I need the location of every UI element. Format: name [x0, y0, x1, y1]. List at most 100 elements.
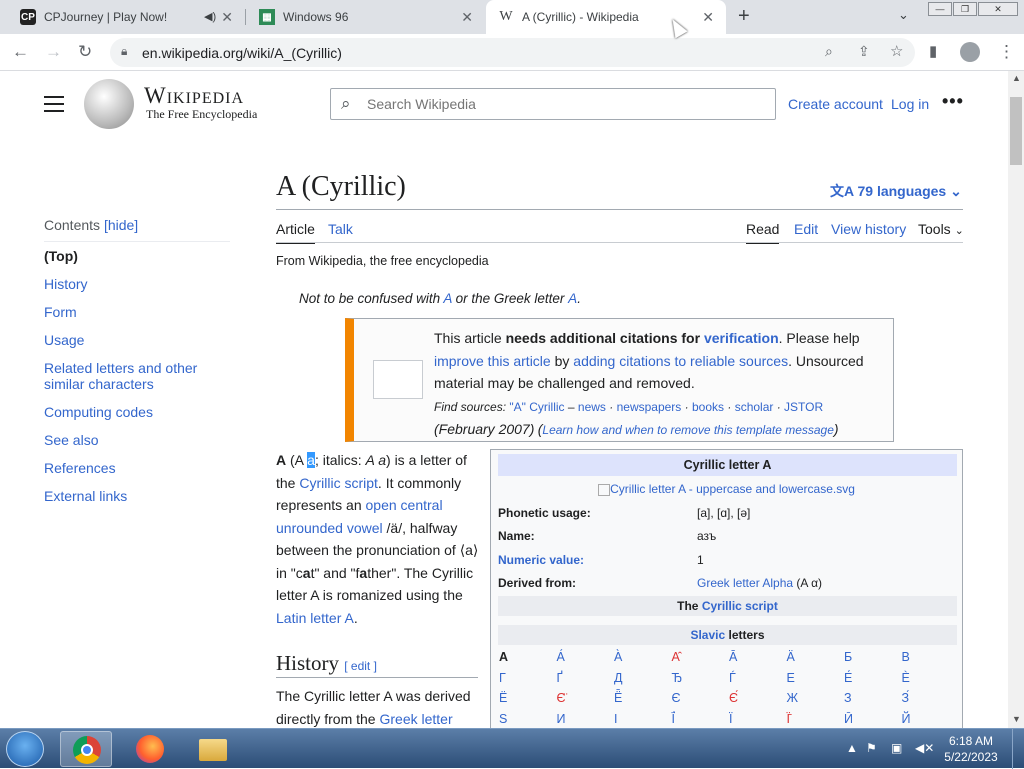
toc-item-see-also[interactable]: See also	[44, 432, 98, 448]
infobox-image[interactable]: Cyrillic letter A - uppercase and lowerc…	[491, 482, 962, 496]
letter-cell[interactable]: Г	[499, 671, 506, 685]
url-text[interactable]: en.wikipedia.org/wiki/A_(Cyrillic)	[142, 45, 342, 61]
latin-letter-a-link[interactable]: Latin letter A	[276, 610, 354, 626]
letter-cell[interactable]: А̄	[729, 650, 737, 664]
bookmark-star-icon[interactable]: ☆	[890, 42, 903, 60]
system-clock[interactable]: 6:18 AM 5/22/2023	[940, 733, 1002, 765]
letter-cell[interactable]: З	[844, 691, 852, 705]
letter-cell[interactable]: И	[557, 712, 566, 726]
letter-cell[interactable]: А̀	[614, 650, 622, 664]
letter-cell[interactable]: Ѐ	[902, 671, 910, 685]
verification-link[interactable]: verification	[704, 330, 779, 346]
taskbar-file-explorer[interactable]	[187, 731, 239, 767]
letter-cell[interactable]: Ђ	[672, 671, 683, 685]
toc-item-top[interactable]: (Top)	[44, 248, 78, 264]
browser-tab-wikipedia[interactable]: W A (Cyrillic) - Wikipedia ✕	[486, 0, 726, 34]
toc-item-external-links[interactable]: External links	[44, 488, 127, 504]
letter-cell[interactable]: Ё	[499, 691, 507, 705]
reload-icon[interactable]: ↻	[78, 42, 92, 62]
action-center-flag-icon[interactable]: ⚑	[866, 741, 877, 755]
login-link[interactable]: Log in	[891, 96, 929, 112]
letter-cell[interactable]: Є̈	[557, 691, 566, 705]
scroll-up-icon[interactable]: ▲	[1012, 73, 1021, 83]
toc-item-references[interactable]: References	[44, 460, 116, 476]
letter-cell[interactable]: Ѓ	[729, 671, 736, 685]
side-panel-icon[interactable]: ▮	[929, 42, 937, 60]
toc-item-computing-codes[interactable]: Computing codes	[44, 404, 153, 420]
lock-icon[interactable]: 🔒︎	[121, 44, 127, 59]
toc-item-related-letters[interactable]: Related letters and other similar charac…	[44, 360, 197, 392]
letter-cell[interactable]: А̂	[672, 650, 680, 664]
letter-cell[interactable]: Ї́	[672, 712, 675, 726]
letter-cell[interactable]: І	[614, 712, 617, 726]
scholar-link[interactable]: scholar	[735, 400, 774, 414]
greek-alpha-link[interactable]: Greek letter Alpha	[697, 576, 793, 590]
tab-talk[interactable]: Talk	[328, 221, 353, 237]
letter-cell[interactable]: Е́	[844, 671, 852, 685]
more-options-icon[interactable]: •••	[942, 91, 964, 112]
create-account-link[interactable]: Create account	[788, 96, 883, 112]
letter-cell[interactable]: Ӓ	[787, 650, 795, 664]
tools-menu[interactable]: Tools ⌄	[918, 221, 964, 237]
browser-menu-icon[interactable]: ⋮	[998, 42, 1015, 62]
tray-expand-icon[interactable]: ▲	[846, 741, 858, 755]
close-tab-icon[interactable]: ✕	[461, 9, 473, 26]
profile-avatar-icon[interactable]	[960, 42, 980, 62]
letter-cell[interactable]: Ӣ	[844, 712, 853, 726]
show-desktop-button[interactable]	[1012, 729, 1024, 769]
letter-cell[interactable]: Й	[902, 712, 911, 726]
share-icon[interactable]: ⇪	[858, 43, 870, 60]
close-window-button[interactable]: ✕	[978, 2, 1018, 16]
tab-search-chevron-icon[interactable]: ⌄	[898, 7, 909, 23]
tab-view-history[interactable]: View history	[831, 221, 906, 237]
forward-icon[interactable]: →	[45, 42, 62, 62]
start-button[interactable]	[6, 731, 44, 767]
tab-article[interactable]: Article	[276, 221, 315, 244]
source-query-link[interactable]: "A" Cyrillic	[509, 400, 564, 414]
scroll-down-icon[interactable]: ▼	[1012, 714, 1021, 724]
letter-cell[interactable]: Ѕ	[499, 712, 507, 726]
slavic-link[interactable]: Slavic	[690, 628, 725, 642]
back-icon[interactable]: ←	[12, 42, 29, 62]
numeric-value-link[interactable]: Numeric value:	[498, 553, 584, 567]
main-menu-icon[interactable]	[44, 96, 64, 117]
speaker-icon[interactable]: ◀)	[204, 10, 216, 23]
letter-cell[interactable]: Ї̄	[787, 712, 790, 726]
letter-cell[interactable]: Б	[844, 650, 852, 664]
history-edit-link[interactable]: [ edit ]	[344, 659, 377, 673]
languages-button[interactable]: 文A 79 languages ⌄	[830, 181, 962, 201]
letter-cell[interactable]: З́	[902, 691, 910, 705]
wikipedia-globe-logo[interactable]	[84, 79, 134, 129]
close-tab-icon[interactable]: ✕	[221, 9, 233, 26]
letter-cell[interactable]: Д	[614, 671, 622, 685]
network-icon[interactable]: ▣	[891, 741, 902, 755]
greek-letter-link[interactable]: Greek letter	[379, 711, 452, 727]
hatnote-link-latin-a[interactable]: A	[443, 291, 452, 306]
wikipedia-wordmark[interactable]: Wikipedia	[144, 83, 244, 109]
new-tab-icon[interactable]: +	[738, 5, 750, 28]
address-bar[interactable]: 🔒︎ en.wikipedia.org/wiki/A_(Cyrillic) ⌕ …	[110, 38, 915, 67]
newspapers-link[interactable]: newspapers	[617, 400, 682, 414]
cyrillic-script-link[interactable]: Cyrillic script	[299, 475, 378, 491]
browser-tab-windows96[interactable]: ▦ Windows 96 ✕	[245, 0, 485, 34]
taskbar-chrome[interactable]	[60, 731, 112, 767]
close-tab-icon[interactable]: ✕	[702, 9, 714, 26]
tab-read[interactable]: Read	[746, 221, 780, 244]
browser-tab-cpjourney[interactable]: CP CPJourney | Play Now! ◀) ✕	[0, 0, 245, 34]
letter-cell[interactable]: Е	[787, 671, 795, 685]
toc-item-form[interactable]: Form	[44, 304, 77, 320]
letter-cell[interactable]: Є́	[729, 691, 738, 705]
letter-cell[interactable]: Є	[672, 691, 681, 705]
restore-window-button[interactable]: ❐	[953, 2, 977, 16]
volume-muted-icon[interactable]: ◀✕	[915, 741, 934, 755]
hatnote-link-greek-alpha[interactable]: Α	[568, 291, 577, 306]
cyrillic-script-band-link[interactable]: Cyrillic script	[702, 599, 778, 613]
scrollbar-thumb[interactable]	[1010, 97, 1022, 165]
tab-edit[interactable]: Edit	[794, 221, 818, 237]
letter-cell[interactable]: А́	[557, 650, 565, 664]
minimize-window-button[interactable]: —	[928, 2, 952, 16]
search-input[interactable]	[367, 96, 767, 112]
letter-cell[interactable]: Ж	[787, 691, 799, 705]
toc-hide-link[interactable]: [hide]	[104, 217, 138, 233]
letter-cell[interactable]: Ё̄	[614, 691, 622, 705]
